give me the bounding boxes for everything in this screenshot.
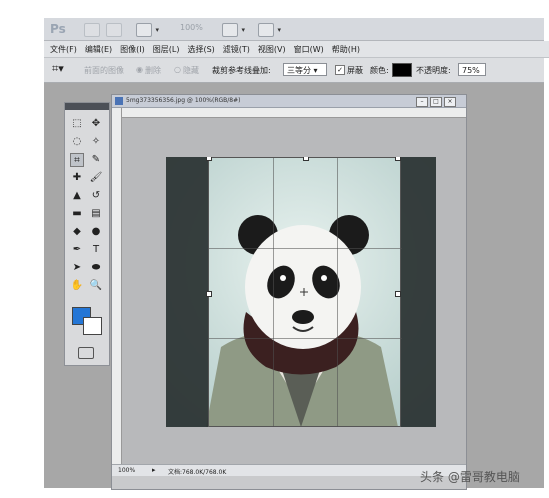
menu-window[interactable]: 窗口(W): [294, 44, 324, 55]
eraser-tool-icon[interactable]: ▬: [70, 207, 84, 221]
crop-handle-top-left[interactable]: [206, 157, 212, 161]
healing-brush-icon[interactable]: ✚: [70, 171, 84, 185]
application-bar: Ps ▾ 100% ▾ ▾: [44, 18, 544, 41]
status-menu-arrow-icon[interactable]: ▸: [152, 466, 156, 474]
hide-radio-icon[interactable]: ○: [174, 65, 181, 74]
menu-bar: 文件(F) 编辑(E) 图像(I) 图层(L) 选择(S) 滤镜(T) 视图(V…: [44, 41, 549, 58]
lasso-tool-icon[interactable]: ◌: [70, 135, 84, 149]
gradient-tool-icon[interactable]: ▤: [89, 207, 103, 221]
menu-help[interactable]: 帮助(H): [332, 44, 360, 55]
menu-image[interactable]: 图像(I): [120, 44, 145, 55]
history-brush-icon[interactable]: ↺: [89, 189, 103, 203]
hide-label: 隐藏: [183, 66, 199, 75]
menu-filter[interactable]: 滤镜(T): [223, 44, 250, 55]
close-icon[interactable]: ×: [444, 97, 456, 107]
clone-stamp-icon[interactable]: ▲: [70, 189, 84, 203]
pen-tool-icon[interactable]: ✒: [70, 243, 84, 257]
quick-mask-icon[interactable]: [78, 347, 94, 359]
blur-tool-icon[interactable]: ◆: [70, 225, 84, 239]
tools-panel-header[interactable]: [65, 103, 109, 110]
arrange-documents-icon[interactable]: ▾: [222, 23, 245, 37]
status-zoom[interactable]: 100%: [118, 467, 135, 474]
crop-handle-top-right[interactable]: [395, 157, 401, 161]
horizontal-ruler[interactable]: [122, 108, 466, 118]
marquee-tool-icon[interactable]: ⬚: [70, 117, 84, 131]
crop-shield-left: [166, 157, 208, 427]
magic-wand-icon[interactable]: ✧: [89, 135, 103, 149]
crop-box[interactable]: [206, 157, 402, 427]
status-bar: 100% ▸ 文档:768.0K/768.0K: [112, 464, 466, 476]
document-window: 5mg373356356.jpg @ 100%(RGB/8#) – □ × 10…: [111, 94, 467, 490]
maximize-icon[interactable]: □: [430, 97, 442, 107]
shield-label: 屏蔽: [347, 66, 363, 75]
zoom-tool-icon[interactable]: 🔍: [89, 279, 103, 293]
opacity-label: 不透明度:: [416, 66, 451, 75]
crop-handle-left[interactable]: [206, 291, 212, 297]
overlay-label: 裁剪参考线叠加:: [212, 66, 271, 75]
eyedropper-icon[interactable]: ✎: [89, 153, 103, 167]
shield-checkbox[interactable]: ✓: [335, 65, 345, 75]
zoom-level-display[interactable]: 100%: [180, 23, 203, 32]
panda-photo[interactable]: [166, 157, 436, 427]
crop-tool-icon[interactable]: ⌗: [70, 153, 84, 167]
bridge-icon[interactable]: [84, 23, 100, 37]
brush-tool-icon[interactable]: 🖌: [89, 171, 103, 185]
shape-tool-icon[interactable]: ⬬: [89, 261, 103, 275]
shield-color-swatch[interactable]: [392, 63, 412, 77]
options-bar: ⌗▾ 前面的图像 ◉ 删除 ○ 隐藏 裁剪参考线叠加: 三等分 ▾ ✓ 屏蔽 颜…: [44, 58, 544, 83]
delete-radio-icon[interactable]: ◉: [136, 65, 143, 74]
menu-layer[interactable]: 图层(L): [153, 44, 180, 55]
opacity-input[interactable]: 75%: [458, 63, 486, 76]
mini-bridge-icon[interactable]: [106, 23, 122, 37]
background-color-swatch[interactable]: [83, 317, 102, 335]
move-tool-icon[interactable]: ✥: [89, 117, 103, 131]
document-title-bar[interactable]: 5mg373356356.jpg @ 100%(RGB/8#) – □ ×: [112, 95, 466, 108]
crop-grid-line: [273, 158, 274, 427]
overlay-select-value: 三等分: [287, 66, 311, 75]
type-tool-icon[interactable]: T: [89, 243, 103, 257]
crop-grid-line: [209, 248, 402, 249]
dodge-tool-icon[interactable]: ●: [89, 225, 103, 239]
color-label: 颜色:: [370, 66, 389, 75]
delete-label: 删除: [145, 66, 161, 75]
hand-tool-icon[interactable]: ✋: [70, 279, 84, 293]
crop-shield-right: [401, 157, 436, 427]
crop-handle-top[interactable]: [303, 157, 309, 161]
vertical-ruler[interactable]: [112, 108, 122, 464]
photoshop-window: Ps ▾ 100% ▾ ▾ 文件(F) 编辑(E) 图像(I) 图层(L) 选择…: [44, 18, 549, 490]
menu-edit[interactable]: 编辑(E): [85, 44, 112, 55]
canvas-area[interactable]: [122, 118, 466, 464]
front-image-button[interactable]: 前面的图像: [84, 65, 124, 76]
view-extras-icon[interactable]: ▾: [136, 23, 159, 37]
tools-panel: ⬚ ✥ ◌ ✧ ⌗ ✎ ✚ 🖌 ▲ ↺ ▬ ▤ ◆ ● ✒ T ➤ ⬬ ✋ 🔍: [64, 102, 110, 366]
overlay-select[interactable]: 三等分 ▾: [283, 63, 327, 76]
watermark: 头条 @雷哥教电脑: [420, 470, 520, 484]
screen-mode-icon[interactable]: ▾: [258, 23, 281, 37]
menu-view[interactable]: 视图(V): [258, 44, 286, 55]
status-doc-size: 文档:768.0K/768.0K: [168, 469, 227, 476]
crop-tool-preset-icon[interactable]: ⌗▾: [52, 62, 64, 76]
path-selection-icon[interactable]: ➤: [70, 261, 84, 275]
document-title: 5mg373356356.jpg @ 100%(RGB/8#): [126, 97, 241, 104]
ps-logo: Ps: [50, 22, 66, 36]
minimize-icon[interactable]: –: [416, 97, 428, 107]
crop-grid-line: [337, 158, 338, 427]
menu-file[interactable]: 文件(F): [50, 44, 77, 55]
document-icon: [115, 97, 123, 105]
crop-handle-right[interactable]: [395, 291, 401, 297]
menu-select[interactable]: 选择(S): [187, 44, 214, 55]
crop-grid-line: [209, 338, 402, 339]
